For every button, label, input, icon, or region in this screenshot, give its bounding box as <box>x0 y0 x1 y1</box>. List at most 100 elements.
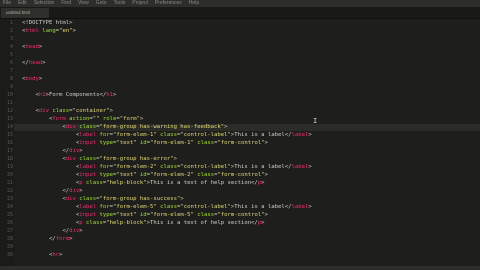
code-token: class <box>160 132 177 138</box>
code-line[interactable]: <p class="help-block">This is a test of … <box>22 180 265 187</box>
line-number: 4 <box>9 44 13 50</box>
code-token: >This is a test of help section</ <box>146 180 258 186</box>
line-number: 22 <box>6 188 13 194</box>
code-line[interactable]: </form> <box>22 236 73 243</box>
code-token: "control-label" <box>180 164 231 170</box>
line-number: 23 <box>6 196 13 202</box>
code-token: type <box>99 172 113 178</box>
code-token: > <box>264 140 268 146</box>
code-token: "text" <box>116 212 137 218</box>
code-token: "form-group has-error" <box>99 156 174 162</box>
code-line[interactable]: <!DOCTYPE html> <box>22 20 73 27</box>
code-line[interactable]: </div> <box>22 148 83 155</box>
line-number: 25 <box>6 212 13 218</box>
code-token: >This is a label</ <box>230 132 292 138</box>
code-token: > <box>38 76 43 82</box>
menu-item-find[interactable]: Find <box>61 0 71 6</box>
code-token: div <box>69 228 80 234</box>
code-token: >This is a label</ <box>230 164 292 170</box>
code-token: > <box>79 148 83 154</box>
code-line[interactable]: <div class="form-group has-success"> <box>22 196 184 203</box>
code-line[interactable]: <h1>Form Components</h1> <box>22 92 116 99</box>
line-number: 18 <box>6 156 13 162</box>
code-token: > <box>72 28 76 34</box>
code-line[interactable]: </head> <box>22 60 46 67</box>
code-line[interactable]: <html lang="en"> <box>22 28 76 35</box>
code-token: div <box>65 124 76 130</box>
line-number: 30 <box>6 252 13 258</box>
code-token: "text" <box>116 172 137 178</box>
line-number: 14 <box>6 124 13 130</box>
code-line[interactable]: <label for="form-elem-1" class="control-… <box>22 132 312 139</box>
code-line[interactable]: <p class="help-block">This is a test of … <box>22 220 265 227</box>
line-number: 24 <box>6 204 13 210</box>
code-token: role <box>102 116 117 122</box>
code-token: </ <box>22 228 70 234</box>
menu-item-view[interactable]: View <box>78 0 89 6</box>
line-number: 9 <box>9 84 13 90</box>
code-line[interactable]: </div> <box>22 188 82 195</box>
code-token: > <box>180 196 184 202</box>
menu-item-project[interactable]: Project <box>132 0 148 6</box>
menu-item-preferences[interactable]: Preferences <box>155 0 182 6</box>
code-token: div <box>69 188 80 194</box>
code-token: h1 <box>38 92 46 98</box>
line-number: 11 <box>6 100 13 106</box>
code-line[interactable]: </div> <box>22 228 82 235</box>
code-token: < <box>22 212 80 218</box>
code-token: lang <box>42 28 56 34</box>
code-line[interactable]: <div class="form-group has-warning has-f… <box>22 124 227 131</box>
code-token: head <box>28 60 43 66</box>
code-token: < <box>22 220 80 226</box>
code-token: >This is a test of help section</ <box>146 220 258 226</box>
code-token: class <box>197 212 215 218</box>
code-line[interactable]: <label for="form-elem-5" class="control-… <box>22 204 312 211</box>
code-token: > <box>261 180 265 186</box>
code-line[interactable]: <head> <box>22 44 42 51</box>
code-token: "container" <box>72 108 110 114</box>
code-token: > <box>308 204 312 210</box>
code-token: < <box>22 132 80 138</box>
code-line[interactable]: <hr> <box>22 252 63 259</box>
code-line[interactable]: <form action="" role="form"> <box>22 116 143 123</box>
code-token: class <box>79 196 97 202</box>
menu-item-file[interactable]: File <box>3 0 11 6</box>
line-number: 12 <box>6 108 13 114</box>
code-token: div <box>69 148 80 154</box>
code-line[interactable]: <body> <box>22 76 42 83</box>
menu-item-goto[interactable]: Goto <box>96 0 107 6</box>
line-number-gutter: 1 2 3 4 5 6 7 8 9 10 11 12 13 14 15 16 17 18 19 20 21 22 23 24 2… <box>0 19 14 270</box>
line-number: 5 <box>9 52 13 58</box>
code-line[interactable]: <label for="form-elem-2" class="control-… <box>22 164 312 171</box>
file-tab[interactable]: untitled.html <box>1 8 49 18</box>
code-line[interactable]: <input type="text" id="form-elem-5" clas… <box>22 212 268 219</box>
menu-item-help[interactable]: Help <box>189 0 199 6</box>
menu-item-tools[interactable]: Tools <box>114 0 126 6</box>
code-token: < <box>22 156 66 162</box>
code-token: < <box>22 172 80 178</box>
code-token: "control-label" <box>180 204 231 210</box>
code-token: for <box>99 132 110 138</box>
code-token: label <box>79 204 97 210</box>
code-line[interactable]: <input type="text" id="form-elem-2" clas… <box>22 172 268 179</box>
code-token: class <box>197 140 215 146</box>
menu-item-edit[interactable]: Edit <box>18 0 27 6</box>
menu-item-selection[interactable]: Selection <box>34 0 55 6</box>
line-number: 16 <box>6 140 13 146</box>
code-token: class <box>160 204 177 210</box>
code-token: html <box>25 28 39 34</box>
code-token: < <box>22 164 80 170</box>
code-line[interactable]: <input type="text" id="form-elem-1" clas… <box>22 140 268 147</box>
code-token: "help-block" <box>106 220 147 226</box>
code-token: < <box>22 180 80 186</box>
code-token: "form-elem-5" <box>112 204 157 210</box>
code-line[interactable]: <div class="container"> <box>22 108 113 115</box>
code-line[interactable]: <div class="form-group has-error"> <box>22 156 177 163</box>
code-token: id <box>139 212 147 218</box>
code-token: < <box>22 116 53 122</box>
code-token: input <box>79 172 97 178</box>
code-token: label <box>291 204 309 210</box>
code-token: form <box>55 236 70 242</box>
code-token: "form-control" <box>217 212 265 218</box>
code-token: > <box>224 124 228 130</box>
